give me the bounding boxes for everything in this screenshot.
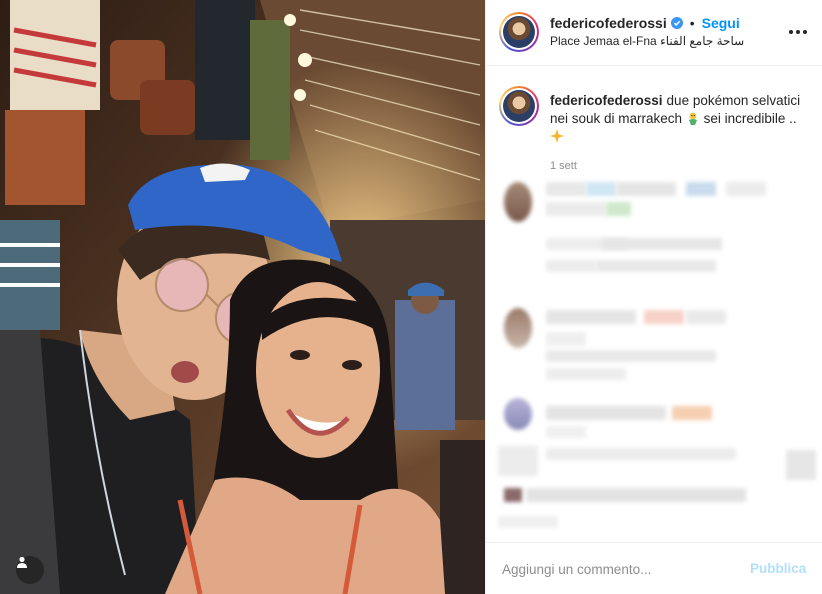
post-header: federicofederossi • Segui Place Jemaa el…	[486, 0, 822, 66]
author-username[interactable]: federicofederossi	[550, 15, 667, 31]
caption-author-avatar[interactable]	[499, 86, 539, 126]
follow-button[interactable]: Segui	[702, 15, 740, 31]
post-caption: federicofederossi due pokémon selvatici n…	[550, 92, 808, 146]
post-details-panel: federicofederossi • Segui Place Jemaa el…	[485, 0, 822, 594]
caption-text-2: sei incredibile ..	[703, 111, 797, 126]
more-options-button[interactable]	[786, 22, 810, 42]
verified-badge-icon	[670, 17, 683, 29]
author-avatar[interactable]	[499, 12, 539, 52]
caption-username[interactable]: federicofederossi	[550, 93, 663, 108]
sparkle-emoji-icon	[550, 129, 564, 143]
photo-illustration	[0, 0, 485, 594]
more-horizontal-icon	[789, 30, 793, 34]
post-photo[interactable]	[0, 0, 485, 594]
publish-button[interactable]: Pubblica	[750, 561, 806, 576]
tagged-users-button[interactable]	[16, 556, 44, 584]
separator-dot: •	[689, 15, 695, 31]
author-line: federicofederossi • Segui	[550, 15, 740, 31]
genie-emoji-icon	[688, 112, 697, 125]
location-link[interactable]: Place Jemaa el-Fna ساحة جامع الفناء	[550, 34, 744, 48]
blurred-comments	[486, 170, 822, 540]
comment-bar: Pubblica	[486, 542, 822, 594]
comment-input[interactable]	[502, 559, 732, 579]
user-icon	[17, 556, 27, 568]
